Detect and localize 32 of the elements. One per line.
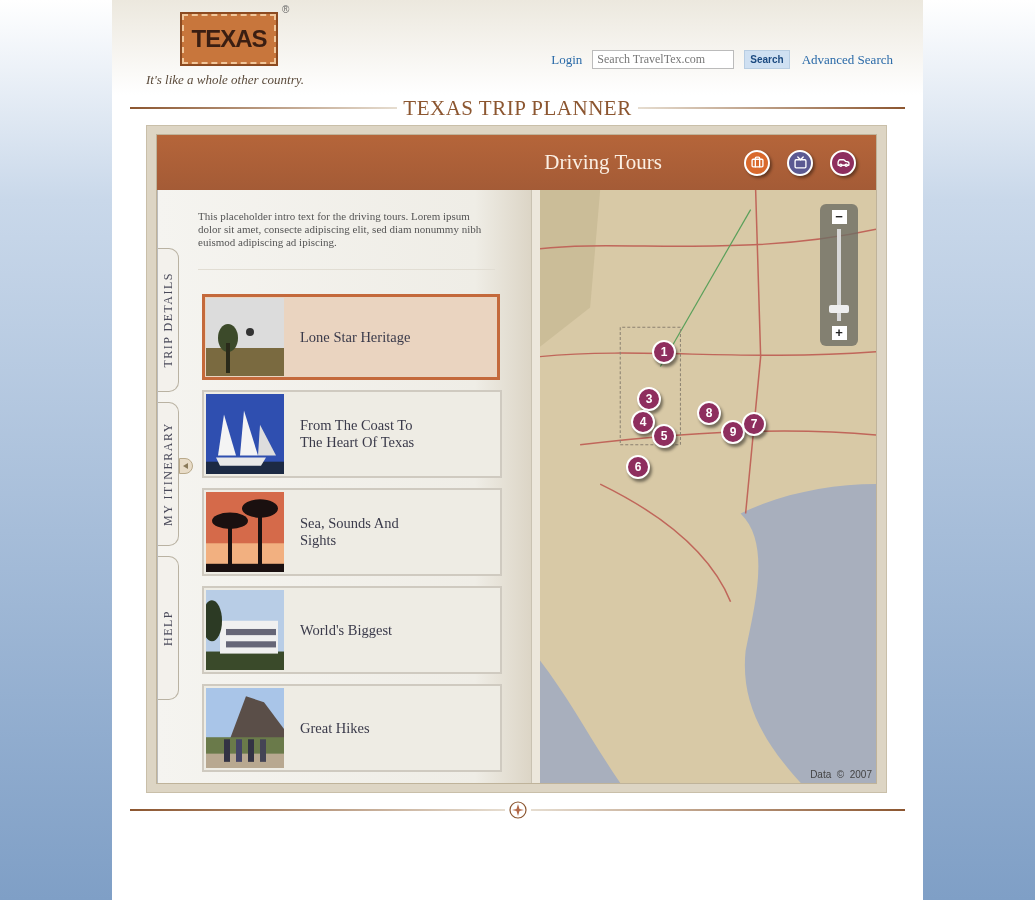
tour-title: Lone Star Heritage [300, 328, 412, 346]
zoom-in-button[interactable]: + [831, 326, 847, 340]
car-icon[interactable] [830, 149, 856, 176]
search-field[interactable]: Search TravelTex.com [592, 50, 735, 69]
registered-mark: ® [282, 4, 290, 15]
side-tab[interactable]: TRIP DETAILS [158, 248, 179, 392]
logo[interactable]: TEXAS [182, 14, 276, 64]
zoom-out-button[interactable]: − [831, 210, 847, 224]
briefcase-icon[interactable] [744, 149, 770, 176]
intro-text: This placeholder intro text for the driving tours. Lorem ipsum dolor sit amet, consecte adipiscing elit, sed diam nonummy nibh euismod adipiscing ad ipiscing. [198, 210, 495, 270]
advanced-search-link[interactable]: Advanced Search [801, 51, 893, 68]
tour-card[interactable]: From The Coast To The Heart Of Texas [202, 390, 502, 478]
planner-title: Driving Tours [544, 150, 662, 175]
search-button[interactable]: Search [744, 50, 790, 69]
tour-title: Sea, Sounds And Sights [300, 515, 400, 549]
tour-card[interactable]: Sea, Sounds And Sights [202, 488, 502, 576]
tour-card[interactable]: World's Biggest [202, 586, 502, 674]
side-tab[interactable]: HELP [158, 556, 179, 700]
collapse-handle-icon[interactable] [179, 458, 193, 474]
page-title: TEXAS TRIP PLANNER [403, 95, 632, 121]
map-credit: Data © 2007 [810, 769, 872, 780]
tagline: It's like a whole other country. [146, 72, 305, 88]
tour-card[interactable]: Great Hikes [202, 684, 502, 772]
compass-ornament-icon [508, 801, 527, 819]
login-link[interactable]: Login [551, 51, 583, 68]
tour-title: World's Biggest [300, 621, 394, 639]
zoom-slider-thumb[interactable] [829, 305, 849, 314]
tv-icon[interactable] [787, 149, 813, 176]
tour-title: Great Hikes [300, 719, 371, 737]
side-tab[interactable]: MY ITINERARY [158, 402, 179, 546]
tour-card[interactable]: Lone Star Heritage [202, 294, 500, 380]
tour-title: From The Coast To The Heart Of Texas [300, 417, 416, 451]
